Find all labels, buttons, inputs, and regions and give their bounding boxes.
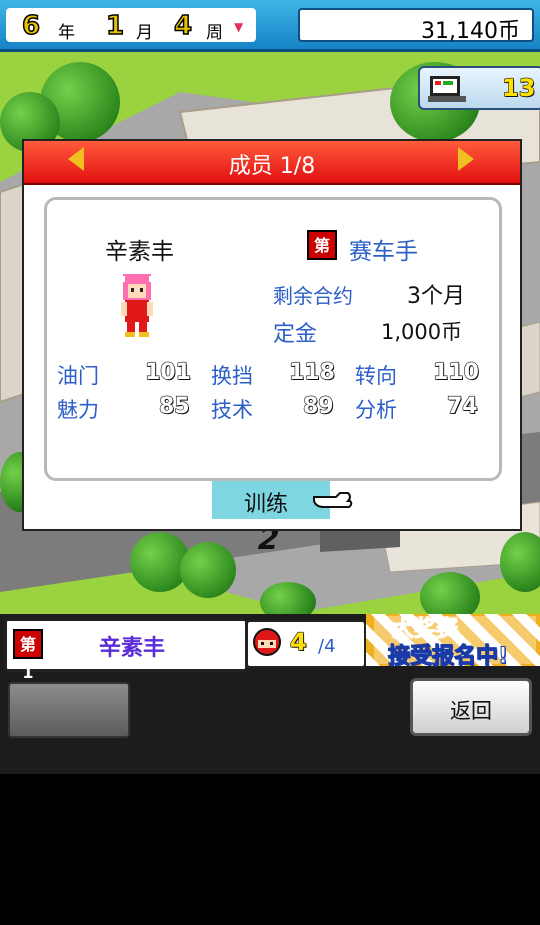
week-label: 周 (206, 23, 223, 43)
month-label: 月 (136, 23, 153, 43)
tree-decoration (260, 582, 316, 614)
month-number: 1 (105, 10, 125, 42)
stat-value-analysis: 74 (446, 393, 478, 419)
driver-rank-badge: 第1 (13, 629, 43, 682)
back-button[interactable]: 返回 (410, 678, 532, 736)
stat-value-steering: 110 (432, 359, 479, 385)
tree-decoration (420, 572, 480, 614)
back-label: 返回 (450, 699, 492, 723)
grand-prix-banner[interactable]: 大奖赛 接受报名中! (366, 614, 540, 670)
top-status-bar: 6 年 1 月 4 周 ▼ 31,140币 (0, 0, 540, 52)
stat-value-shift: 118 (288, 359, 335, 385)
tv-counter[interactable]: 13 (418, 66, 540, 110)
stat-label-throttle: 油门 (57, 364, 99, 388)
stat-label-skill: 技术 (211, 398, 253, 422)
pointing-hand-icon (313, 492, 353, 508)
bottom-panel: 第1 辛素丰 4 /4 大奖赛 接受报名中! 返回 (0, 614, 540, 774)
member-dialog: 成员 1/8 辛素丰 第1 赛车手 剩余合约 3个月 定金 1,000币 油门 (22, 139, 522, 531)
contract-label: 剩余合约 (273, 284, 353, 308)
tv-count: 13 (501, 73, 536, 102)
promo-subtitle: 接受报名中! (387, 644, 509, 670)
money-value: 31,140币 (421, 19, 520, 44)
next-arrow-icon[interactable] (458, 147, 474, 171)
tree-decoration (180, 542, 236, 598)
year-label: 年 (58, 23, 75, 43)
year-number: 6 (21, 10, 41, 42)
character-sprite (119, 274, 155, 337)
dialog-title: 成员 1/8 (228, 154, 316, 179)
computer-icon (428, 76, 466, 102)
deposit-label: 定金 (273, 322, 318, 347)
stat-label-shift: 换挡 (211, 364, 253, 388)
stat-label-analysis: 分析 (355, 398, 397, 422)
rank-badge: 第1 (307, 230, 337, 283)
dialog-header: 成员 1/8 (24, 141, 520, 185)
week-number: 4 (173, 10, 193, 42)
driver-name: 辛素丰 (99, 636, 166, 661)
helmet-icon (253, 628, 281, 656)
stat-label-steering: 转向 (355, 364, 397, 388)
stat-value-throttle: 101 (144, 359, 191, 385)
driver-namebox[interactable]: 第1 辛素丰 (4, 618, 248, 682)
driver-count: 4 (289, 627, 307, 656)
money-display: 31,140币 (298, 8, 534, 44)
member-role: 赛车手 (349, 239, 418, 265)
driver-count-total: /4 (318, 636, 336, 657)
driver-count-box: 4 /4 (246, 620, 366, 668)
member-card: 辛素丰 第1 赛车手 剩余合约 3个月 定金 1,000币 油门 101 换挡 … (44, 197, 502, 481)
stat-label-charm: 魅力 (57, 398, 99, 422)
chevron-down-icon[interactable]: ▼ (234, 20, 243, 34)
train-label: 训练 (244, 492, 289, 517)
stat-value-charm: 85 (158, 393, 190, 419)
stat-value-skill: 89 (302, 393, 334, 419)
member-name: 辛素丰 (105, 239, 174, 265)
deposit-value: 1,000币 (381, 320, 463, 344)
date-display[interactable]: 6 年 1 月 4 周 ▼ (6, 8, 256, 43)
blank-slot[interactable] (8, 682, 130, 738)
contract-value: 3个月 (407, 284, 465, 309)
